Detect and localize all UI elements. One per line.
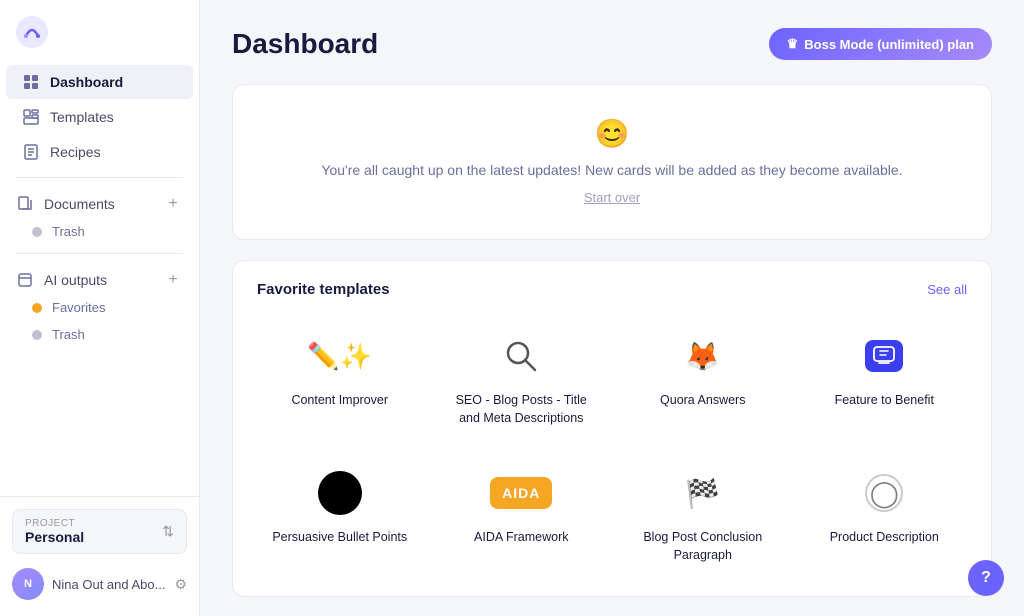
ai-outputs-label: AI outputs xyxy=(44,272,107,288)
sidebar-item-recipes[interactable]: Recipes xyxy=(6,135,193,169)
section-title: Favorite templates xyxy=(257,281,390,298)
sidebar-item-label: Dashboard xyxy=(50,74,123,90)
template-name: Content Improver xyxy=(291,392,388,410)
documents-section-header: Documents + xyxy=(0,186,199,218)
sidebar-item-trash-ai[interactable]: Trash xyxy=(0,321,199,348)
documents-nav-item[interactable]: Documents xyxy=(16,195,115,213)
sidebar: Dashboard Templates Recipes Documents xyxy=(0,0,200,616)
sidebar-item-label: Trash xyxy=(52,224,85,239)
template-item-quora-answers[interactable]: 🦊 Quora Answers xyxy=(620,318,786,439)
ai-outputs-nav-item[interactable]: AI outputs xyxy=(16,271,107,289)
sidebar-item-dashboard[interactable]: Dashboard xyxy=(6,65,193,99)
template-name: Quora Answers xyxy=(660,392,745,410)
sidebar-item-label: Trash xyxy=(52,327,85,342)
template-item-content-improver[interactable]: ✏️✨ Content Improver xyxy=(257,318,423,439)
divider-2 xyxy=(16,253,183,254)
avatar: N xyxy=(12,568,44,600)
update-icon: 😊 xyxy=(257,117,967,150)
page-title: Dashboard xyxy=(232,28,378,60)
project-name: Personal xyxy=(25,529,84,545)
template-name: Product Description xyxy=(830,529,939,547)
user-row: N Nina Out and Abo... ⚙ xyxy=(12,564,187,604)
boss-mode-icon: ♛ xyxy=(787,36,799,52)
add-document-button[interactable]: + xyxy=(163,194,183,214)
template-name: Persuasive Bullet Points xyxy=(272,529,407,547)
logo-area xyxy=(0,0,199,60)
sidebar-item-label: Recipes xyxy=(50,144,101,160)
help-button[interactable]: ? xyxy=(968,560,1004,596)
ai-outputs-section-header: AI outputs + xyxy=(0,262,199,294)
sidebar-item-trash-docs[interactable]: Trash xyxy=(0,218,199,245)
template-icon-blog-conclusion: 🏁 xyxy=(677,467,729,519)
update-card: 😊 You're all caught up on the latest upd… xyxy=(232,84,992,240)
template-icon-seo-blog xyxy=(495,330,547,382)
template-name: AIDA Framework xyxy=(474,529,568,547)
project-label: PROJECT xyxy=(25,518,84,529)
template-icon-product-description: ◯ xyxy=(858,467,910,519)
sidebar-item-templates[interactable]: Templates xyxy=(6,100,193,134)
sidebar-item-label: Favorites xyxy=(52,300,105,315)
template-icon-feature-to-benefit xyxy=(858,330,910,382)
favorites-dot xyxy=(32,303,42,313)
dashboard-icon xyxy=(22,73,40,91)
templates-grid: ✏️✨ Content Improver SEO - Blog Posts - Ti… xyxy=(257,318,967,576)
favorite-templates-card: Favorite templates See all ✏️✨ Content Im… xyxy=(232,260,992,597)
template-icon-quora-answers: 🦊 xyxy=(677,330,729,382)
template-item-aida-framework[interactable]: AIDA AIDA Framework xyxy=(439,455,605,576)
ai-outputs-icon xyxy=(16,271,34,289)
see-all-link[interactable]: See all xyxy=(927,282,967,297)
template-item-seo-blog[interactable]: SEO - Blog Posts - Title and Meta Descri… xyxy=(439,318,605,439)
main-nav: Dashboard Templates Recipes Documents xyxy=(0,60,199,496)
template-icon-aida-framework: AIDA xyxy=(495,467,547,519)
template-name: SEO - Blog Posts - Title and Meta Descri… xyxy=(447,392,597,427)
trash-dot xyxy=(32,227,42,237)
start-over-link[interactable]: Start over xyxy=(584,190,640,205)
add-ai-output-button[interactable]: + xyxy=(163,270,183,290)
divider-1 xyxy=(16,177,183,178)
boss-mode-label: Boss Mode (unlimited) plan xyxy=(804,37,974,52)
project-selector[interactable]: PROJECT Personal ⇅ xyxy=(12,509,187,554)
template-item-feature-to-benefit[interactable]: Feature to Benefit xyxy=(802,318,968,439)
template-item-persuasive-bullet[interactable]: Persuasive Bullet Points xyxy=(257,455,423,576)
template-item-product-description[interactable]: ◯ Product Description xyxy=(802,455,968,576)
gear-icon[interactable]: ⚙ xyxy=(174,576,187,593)
documents-label: Documents xyxy=(44,196,115,212)
template-icon-content-improver: ✏️✨ xyxy=(314,330,366,382)
update-text: You're all caught up on the latest updat… xyxy=(257,160,967,181)
sidebar-item-label: Templates xyxy=(50,109,114,125)
recipes-icon xyxy=(22,143,40,161)
section-header: Favorite templates See all xyxy=(257,281,967,298)
jasper-logo xyxy=(16,16,48,48)
boss-mode-button[interactable]: ♛ Boss Mode (unlimited) plan xyxy=(769,28,992,60)
template-item-blog-conclusion[interactable]: 🏁 Blog Post Conclusion Paragraph xyxy=(620,455,786,576)
chevron-updown-icon: ⇅ xyxy=(162,523,174,540)
template-name: Blog Post Conclusion Paragraph xyxy=(628,529,778,564)
main-content: Dashboard ♛ Boss Mode (unlimited) plan 😊… xyxy=(200,0,1024,616)
template-icon-persuasive-bullet xyxy=(314,467,366,519)
documents-icon xyxy=(16,195,34,213)
trash-ai-dot xyxy=(32,330,42,340)
sidebar-item-favorites[interactable]: Favorites xyxy=(0,294,199,321)
templates-icon xyxy=(22,108,40,126)
user-name: Nina Out and Abo... xyxy=(52,577,174,592)
sidebar-bottom: PROJECT Personal ⇅ N Nina Out and Abo...… xyxy=(0,496,199,616)
template-name: Feature to Benefit xyxy=(835,392,934,410)
page-header: Dashboard ♛ Boss Mode (unlimited) plan xyxy=(232,28,992,60)
